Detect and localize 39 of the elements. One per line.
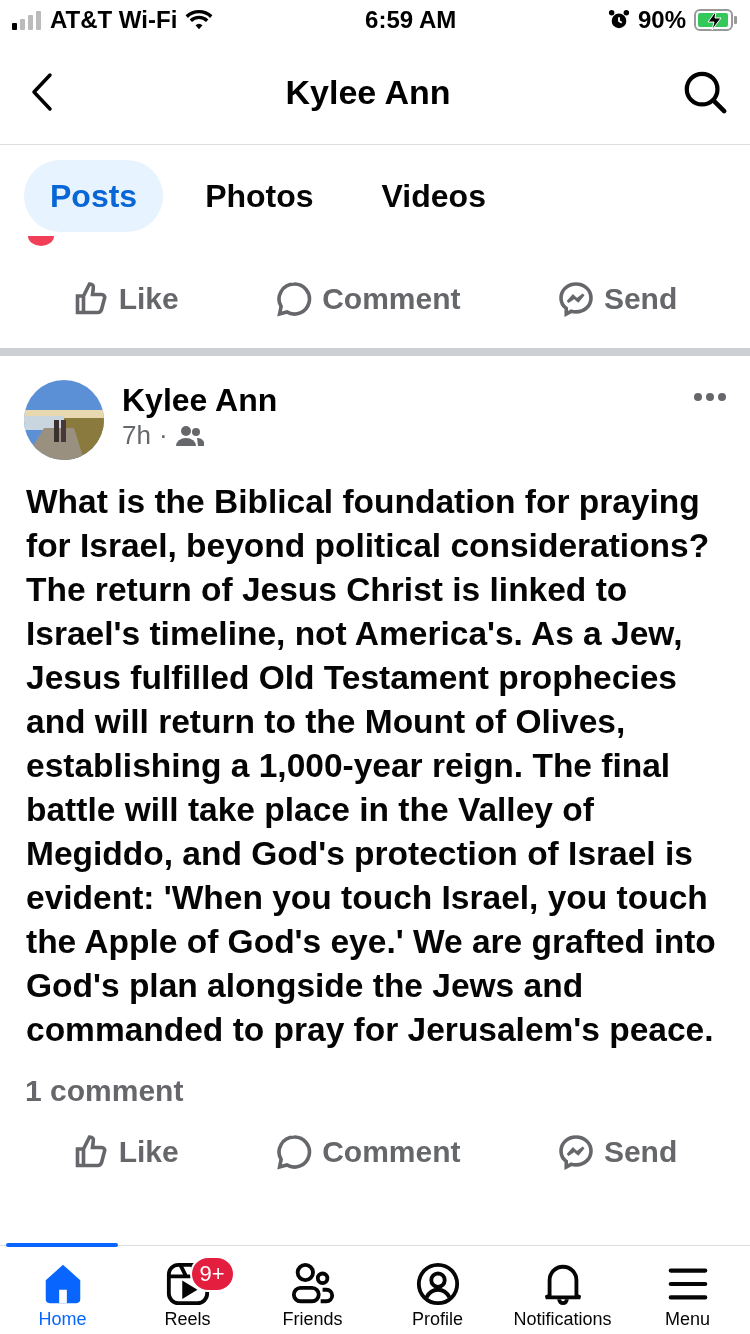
reaction-icon — [28, 236, 54, 246]
like-button[interactable]: Like — [72, 281, 179, 317]
section-tab[interactable]: Videos — [355, 160, 512, 232]
count-badge: 9+ — [189, 1256, 235, 1292]
comment-count[interactable]: 1 comment — [25, 1074, 184, 1107]
clock-time: 6:59 AM — [365, 6, 457, 34]
more-icon[interactable] — [694, 392, 726, 402]
page-title: Kylee Ann — [285, 72, 451, 112]
messenger-icon — [557, 1134, 594, 1170]
comment-button[interactable]: Comment — [276, 281, 461, 317]
battery-percent: 90% — [637, 6, 686, 34]
section-tab[interactable]: Posts — [24, 160, 164, 232]
messenger-icon — [557, 281, 594, 317]
section-tab[interactable]: Photos — [179, 160, 340, 232]
nav-tab[interactable]: Notifications — [500, 1246, 625, 1334]
profile-icon — [414, 1261, 461, 1307]
author-name[interactable]: Kylee Ann — [122, 380, 676, 420]
search-icon[interactable] — [682, 69, 728, 115]
friends-audience-icon — [175, 423, 204, 448]
nav-tab[interactable]: Friends — [250, 1246, 375, 1334]
post-time: 7h — [122, 420, 151, 451]
comment-icon — [276, 1134, 313, 1170]
send-button[interactable]: Send — [557, 281, 678, 317]
signal-icon — [12, 10, 42, 30]
nav-tab[interactable]: Home — [0, 1246, 125, 1334]
alarm-icon — [607, 9, 630, 31]
nav-tab[interactable]: Reels 9+ — [125, 1246, 250, 1334]
comment-icon — [276, 281, 313, 317]
post-text: What is the Biblical foundation for praying for Israel, beyond political considerations? The return of Jesus Christ is linked to Israel's timeline, not America's. As a Jew, Jesus fulfilled Old Testament prophecies and will return to the Mount of Olives, establishing a 1,000-year reign. The final battle will take place in the Valley of Megiddo, and God's protection of Israel is evident: 'When you touch Israel, you touch the Apple of God's eye.' We are grafted into God's plan alongside the Jews and commanded to pray for Jerusalem's peace. — [25, 482, 717, 1050]
like-button[interactable]: Like — [72, 1134, 179, 1170]
carrier-label: AT&T Wi-Fi — [50, 6, 178, 34]
back-icon[interactable] — [30, 72, 54, 112]
battery-charging-icon — [694, 8, 738, 32]
wifi-icon — [185, 9, 214, 31]
comment-button[interactable]: Comment — [276, 1134, 461, 1170]
separator-dot: · — [158, 420, 168, 451]
send-button[interactable]: Send — [557, 1134, 678, 1170]
nav-tab[interactable]: Profile — [375, 1246, 500, 1334]
nav-tab[interactable]: Menu — [625, 1246, 750, 1334]
